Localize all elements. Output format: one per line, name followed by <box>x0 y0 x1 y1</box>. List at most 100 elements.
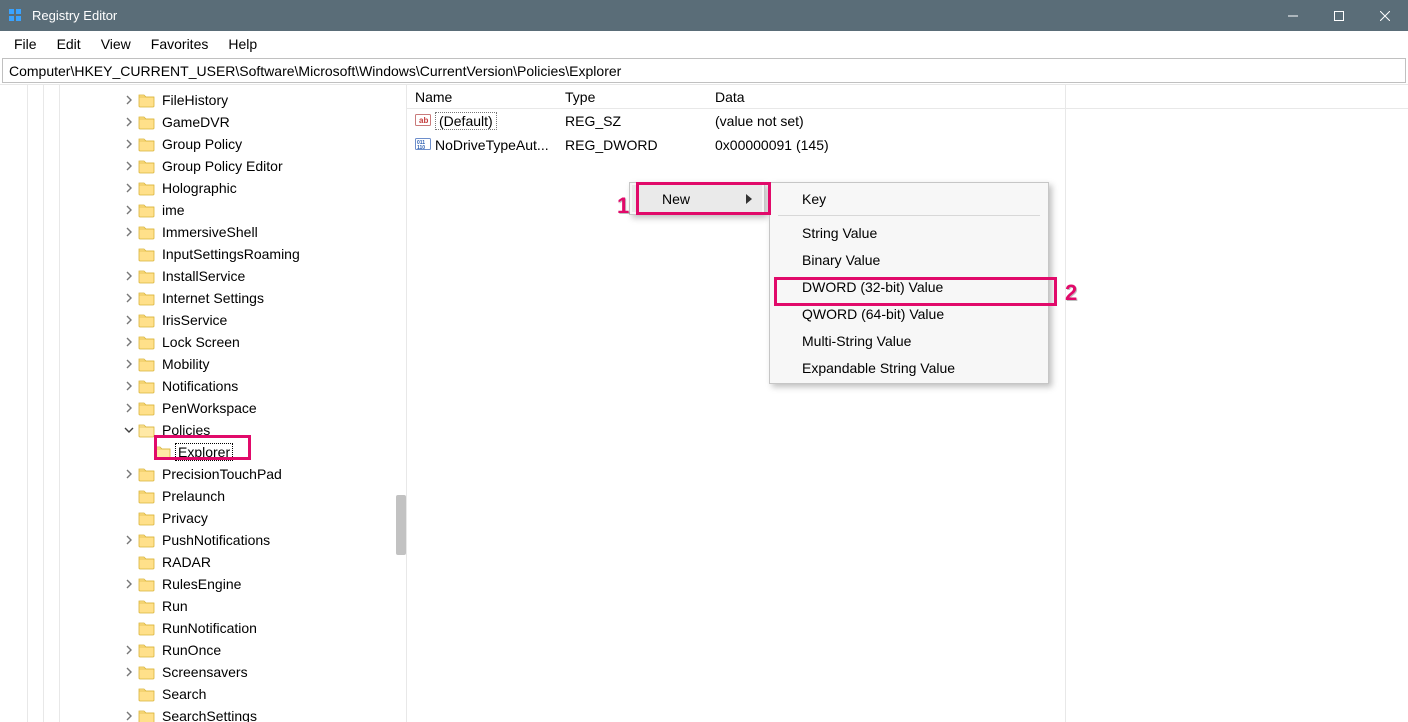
submenu-key-label: Key <box>802 191 826 207</box>
expand-icon[interactable] <box>122 467 136 481</box>
tree-node[interactable]: Holographic <box>0 177 406 199</box>
expand-icon[interactable] <box>122 159 136 173</box>
collapse-icon[interactable] <box>122 423 136 437</box>
menu-favorites[interactable]: Favorites <box>141 33 219 55</box>
tree-node[interactable]: Group Policy <box>0 133 406 155</box>
expand-icon[interactable] <box>122 313 136 327</box>
expand-icon[interactable] <box>122 665 136 679</box>
tree-node-label: Group Policy <box>160 136 244 152</box>
tree-node[interactable]: RulesEngine <box>0 573 406 595</box>
menu-file[interactable]: File <box>4 33 47 55</box>
tree-node-label: RulesEngine <box>160 576 243 592</box>
tree-node[interactable]: InstallService <box>0 265 406 287</box>
tree-node[interactable]: RADAR <box>0 551 406 573</box>
tree-node[interactable]: PushNotifications <box>0 529 406 551</box>
submenu-item-multistring[interactable]: Multi-String Value <box>772 327 1046 354</box>
column-name[interactable]: Name <box>407 89 557 105</box>
expand-icon[interactable] <box>122 533 136 547</box>
tree-node-label: Screensavers <box>160 664 250 680</box>
tree-node[interactable]: InputSettingsRoaming <box>0 243 406 265</box>
expand-icon[interactable] <box>122 181 136 195</box>
tree-node[interactable]: RunOnce <box>0 639 406 661</box>
submenu-item-key[interactable]: Key <box>772 185 1046 212</box>
tree-node-label: IrisService <box>160 312 229 328</box>
tree-node[interactable]: FileHistory <box>0 89 406 111</box>
submenu-item-dword[interactable]: DWORD (32-bit) Value <box>772 273 1046 300</box>
tree-node[interactable]: Search <box>0 683 406 705</box>
tree-node[interactable]: SearchSettings <box>0 705 406 722</box>
registry-tree[interactable]: FileHistory GameDVR Group Policy Group P… <box>0 85 406 722</box>
tree-node[interactable]: Notifications <box>0 375 406 397</box>
tree-node-label: ime <box>160 202 187 218</box>
menu-help[interactable]: Help <box>218 33 267 55</box>
submenu-expandable-label: Expandable String Value <box>802 360 955 376</box>
expand-icon[interactable] <box>122 93 136 107</box>
address-path: Computer\HKEY_CURRENT_USER\Software\Micr… <box>9 63 621 79</box>
expand-icon[interactable] <box>122 115 136 129</box>
minimize-button[interactable] <box>1270 0 1316 31</box>
tree-node[interactable]: PrecisionTouchPad <box>0 463 406 485</box>
submenu-arrow-icon <box>746 191 752 207</box>
tree-node[interactable]: ime <box>0 199 406 221</box>
column-type[interactable]: Type <box>557 89 707 105</box>
tree-node[interactable]: Screensavers <box>0 661 406 683</box>
tree-node[interactable]: IrisService <box>0 309 406 331</box>
submenu-item-expandable[interactable]: Expandable String Value <box>772 354 1046 381</box>
expand-icon[interactable] <box>122 269 136 283</box>
submenu-binary-label: Binary Value <box>802 252 880 268</box>
tree-node-label: PushNotifications <box>160 532 272 548</box>
tree-node-label: InputSettingsRoaming <box>160 246 302 262</box>
menu-edit[interactable]: Edit <box>47 33 91 55</box>
submenu-item-binary[interactable]: Binary Value <box>772 246 1046 273</box>
tree-node[interactable]: Prelaunch <box>0 485 406 507</box>
tree-node[interactable]: Privacy <box>0 507 406 529</box>
window-controls <box>1270 0 1408 31</box>
expand-icon[interactable] <box>122 577 136 591</box>
expand-icon[interactable] <box>122 137 136 151</box>
expand-icon[interactable] <box>122 335 136 349</box>
string-value-icon: ab <box>415 112 431 131</box>
tree-node[interactable]: Policies <box>0 419 406 441</box>
expand-icon[interactable] <box>122 225 136 239</box>
tree-node[interactable]: ImmersiveShell <box>0 221 406 243</box>
tree-node[interactable]: PenWorkspace <box>0 397 406 419</box>
maximize-button[interactable] <box>1316 0 1362 31</box>
column-data[interactable]: Data <box>707 89 1057 105</box>
tree-node-label: Prelaunch <box>160 488 227 504</box>
value-row[interactable]: ab(Default)REG_SZ(value not set) <box>407 109 1408 133</box>
context-item-new[interactable]: New <box>632 185 762 212</box>
close-button[interactable] <box>1362 0 1408 31</box>
tree-node[interactable]: Explorer <box>0 441 406 463</box>
svg-text:ab: ab <box>419 116 428 125</box>
address-bar[interactable]: Computer\HKEY_CURRENT_USER\Software\Micr… <box>2 58 1406 83</box>
expand-icon[interactable] <box>122 291 136 305</box>
values-list[interactable]: ab(Default)REG_SZ(value not set)011110No… <box>407 109 1408 157</box>
context-item-new-label: New <box>662 191 690 207</box>
expand-icon[interactable] <box>122 709 136 722</box>
list-pane: Name Type Data ab(Default)REG_SZ(value n… <box>407 85 1408 722</box>
tree-node[interactable]: Run <box>0 595 406 617</box>
tree-node[interactable]: RunNotification <box>0 617 406 639</box>
tree-node-label: Search <box>160 686 208 702</box>
menu-view[interactable]: View <box>91 33 141 55</box>
tree-node[interactable]: Mobility <box>0 353 406 375</box>
value-row[interactable]: 011110NoDriveTypeAut...REG_DWORD0x000000… <box>407 133 1408 157</box>
tree-node[interactable]: GameDVR <box>0 111 406 133</box>
expand-icon[interactable] <box>122 379 136 393</box>
tree-node-label: Policies <box>160 422 212 438</box>
expand-icon[interactable] <box>122 643 136 657</box>
dword-value-icon: 011110 <box>415 136 431 155</box>
tree-node-label: Holographic <box>160 180 239 196</box>
context-submenu-new: Key String Value Binary Value DWORD (32-… <box>769 182 1049 384</box>
tree-node-label: Group Policy Editor <box>160 158 285 174</box>
tree-scrollbar-thumb[interactable] <box>396 495 406 555</box>
expand-icon[interactable] <box>122 401 136 415</box>
tree-node[interactable]: Group Policy Editor <box>0 155 406 177</box>
tree-node[interactable]: Lock Screen <box>0 331 406 353</box>
main-split: FileHistory GameDVR Group Policy Group P… <box>0 84 1408 722</box>
tree-node[interactable]: Internet Settings <box>0 287 406 309</box>
submenu-item-string[interactable]: String Value <box>772 219 1046 246</box>
submenu-item-qword[interactable]: QWORD (64-bit) Value <box>772 300 1046 327</box>
expand-icon[interactable] <box>122 357 136 371</box>
expand-icon[interactable] <box>122 203 136 217</box>
